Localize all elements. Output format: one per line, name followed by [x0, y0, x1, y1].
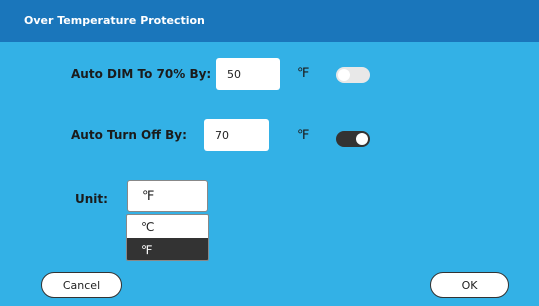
unit-selected-value: ℉: [142, 188, 155, 204]
unit-dropdown-list: ℃ ℉: [126, 214, 209, 261]
ok-button[interactable]: OK: [430, 272, 509, 298]
auto-off-toggle[interactable]: [336, 131, 370, 147]
over-temperature-dialog: Over Temperature Protection Auto DIM To …: [0, 0, 539, 306]
unit-option-celsius[interactable]: ℃: [127, 215, 208, 238]
dialog-title-bar: Over Temperature Protection: [0, 0, 539, 42]
auto-dim-unit: ℉: [297, 66, 310, 81]
unit-select[interactable]: ℉: [127, 180, 208, 212]
auto-off-unit: ℉: [297, 128, 310, 143]
auto-dim-input[interactable]: 50: [216, 58, 280, 90]
auto-dim-toggle[interactable]: [336, 67, 370, 83]
toggle-knob: [338, 69, 350, 81]
auto-dim-value: 50: [227, 67, 241, 81]
auto-dim-label: Auto DIM To 70% By:: [71, 67, 212, 81]
unit-option-fahrenheit[interactable]: ℉: [127, 238, 208, 260]
auto-off-value: 70: [215, 128, 229, 142]
cancel-button[interactable]: Cancel: [41, 272, 122, 298]
toggle-knob: [356, 133, 368, 145]
auto-off-label: Auto Turn Off By:: [71, 128, 187, 142]
unit-label: Unit:: [75, 192, 108, 206]
dialog-title: Over Temperature Protection: [24, 14, 205, 27]
auto-off-input[interactable]: 70: [204, 119, 269, 151]
